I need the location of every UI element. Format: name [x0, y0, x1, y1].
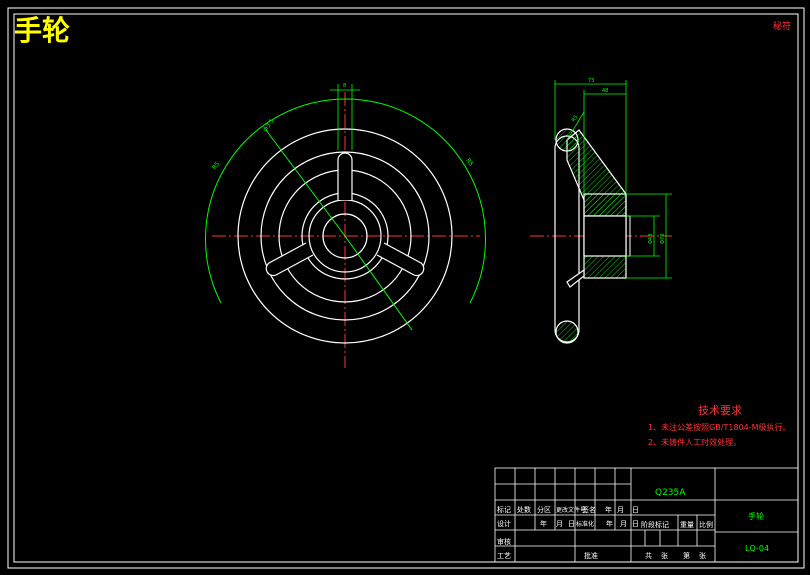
tech-heading: 技术要求 — [698, 404, 742, 417]
design-month: 月 — [556, 520, 563, 528]
dim-slot-width: 8 — [343, 83, 346, 89]
process-label: 工艺 — [497, 552, 511, 560]
cad-drawing: 手轮 秘符 8 Φ3.5 R5 R5 73 48 Φ43 Φ78 R5 技术要求… — [7, 7, 805, 569]
dim-hub-width: 48 — [602, 88, 608, 94]
std-month: 月 — [620, 520, 627, 528]
tech-requirements: 技术要求 1、未注公差按照GB/T1804-M级执行。 2、未铸件人工时效处理。 — [648, 404, 791, 447]
title-block-text: Q235A 手轮 LQ-04 标记 处数 分区 更改文件号 签名 年 月 日 设… — [497, 488, 769, 560]
front-view: 8 Φ3.5 R5 R5 — [205, 83, 486, 368]
weight-label: 重量 — [680, 521, 694, 529]
drawing-title: 手轮 — [14, 14, 70, 47]
dim-outer-dia: Φ3.5 — [262, 117, 276, 133]
corner-mark: 秘符 — [773, 20, 791, 32]
rev-label-5: 年 — [605, 505, 612, 514]
std-day: 日 — [632, 520, 639, 528]
review-label: 审核 — [497, 537, 511, 546]
rev-label-6: 月 — [617, 506, 624, 514]
drawing-number: LQ-04 — [745, 544, 769, 553]
design-day: 日 — [568, 520, 575, 528]
dim-hub-od: Φ78 — [660, 234, 666, 244]
drawing-border — [7, 7, 805, 569]
side-view: 73 48 Φ43 Φ78 R5 — [530, 78, 672, 344]
sheet-no: 第 — [683, 551, 690, 560]
sheet-total: 共 — [645, 551, 652, 560]
approve-label: 批准 — [584, 551, 598, 560]
tech-item-1: 1、未注公差按照GB/T1804-M级执行。 — [648, 422, 791, 432]
rev-label-2: 分区 — [537, 505, 551, 514]
dim-arc-left: R5 — [211, 160, 221, 171]
scale-label: 比例 — [699, 520, 713, 529]
std-year: 年 — [606, 519, 613, 528]
stage-label: 阶段标记 — [641, 520, 669, 529]
sheet-no-unit: 张 — [699, 551, 706, 560]
material: Q235A — [655, 488, 686, 498]
part-name: 手轮 — [748, 511, 764, 521]
design-year: 年 — [540, 519, 547, 528]
rev-label-1: 处数 — [517, 505, 531, 514]
std-label: 标准化 — [576, 520, 594, 528]
drawing-frame — [13, 13, 799, 563]
dim-hub-bore: Φ43 — [648, 234, 654, 244]
rev-label-0: 标记 — [497, 505, 511, 514]
tech-item-2: 2、未铸件人工时效处理。 — [648, 437, 741, 447]
dim-overall-width: 73 — [588, 78, 594, 84]
rev-label-4: 签名 — [582, 505, 596, 514]
design-label: 设计 — [497, 519, 511, 528]
rev-label-7: 日 — [632, 506, 639, 514]
sheet-total-unit: 张 — [661, 551, 668, 560]
dim-arc-right: R5 — [464, 157, 474, 168]
